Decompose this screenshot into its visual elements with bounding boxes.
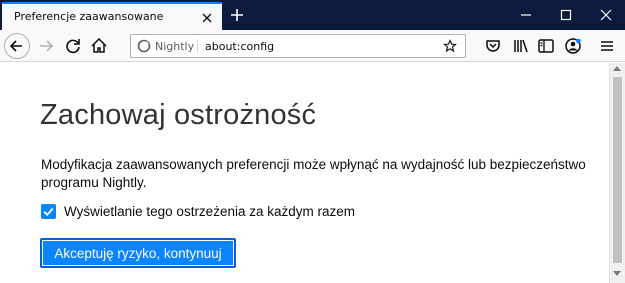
library-icon[interactable] <box>510 35 532 57</box>
sidebar-icon[interactable] <box>535 35 557 57</box>
scroll-down-icon[interactable] <box>613 271 621 276</box>
home-icon[interactable] <box>88 35 110 57</box>
show-warning-checkbox-label[interactable]: Wyświetlanie tego ostrzeżenia za każdym … <box>64 204 355 219</box>
back-arrow-icon <box>9 40 22 52</box>
url-text[interactable]: about:config <box>205 40 274 53</box>
accept-risk-button[interactable]: Akceptuję ryzyko, kontynuuj <box>40 238 236 268</box>
close-icon[interactable] <box>200 11 214 25</box>
warning-description: Modyfikacja zaawansowanych preferencji m… <box>41 157 586 190</box>
reload-icon[interactable] <box>62 35 84 57</box>
url-bar[interactable]: Nightly about:config <box>130 34 466 58</box>
pocket-icon[interactable] <box>482 35 504 57</box>
hamburger-menu-icon[interactable] <box>596 35 618 57</box>
title-bar: Preferencje zaawansowane <box>0 0 625 30</box>
maximize-icon[interactable] <box>557 6 575 24</box>
nightly-logo-icon[interactable] <box>137 39 151 53</box>
tab-preferences[interactable]: Preferencje zaawansowane <box>2 2 222 30</box>
nav-toolbar: Nightly about:config <box>0 30 625 62</box>
identity-label[interactable]: Nightly <box>155 40 194 53</box>
back-button[interactable] <box>4 33 30 59</box>
minimize-icon[interactable] <box>517 6 535 24</box>
show-warning-checkbox[interactable] <box>41 204 56 219</box>
vertical-scrollbar[interactable] <box>609 63 625 283</box>
tab-title: Preferencje zaawansowane <box>14 10 164 23</box>
url-separator <box>197 39 198 53</box>
plus-icon[interactable] <box>228 6 246 24</box>
page-content: Zachowaj ostrożność Modyfikacja zaawanso… <box>0 63 609 283</box>
star-icon[interactable] <box>443 39 457 53</box>
close-window-icon[interactable] <box>597 6 615 24</box>
account-icon[interactable] <box>562 35 584 57</box>
checkmark-icon <box>43 207 54 217</box>
page-title: Zachowaj ostrożność <box>40 99 317 131</box>
scroll-up-icon[interactable] <box>613 66 621 71</box>
scrollbar-thumb[interactable] <box>613 77 622 263</box>
forward-arrow-icon[interactable] <box>35 35 57 57</box>
